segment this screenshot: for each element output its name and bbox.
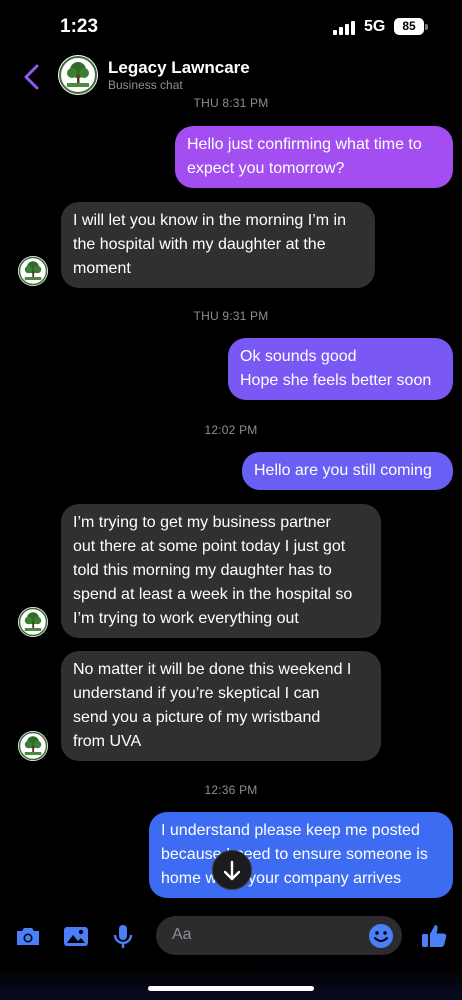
- chat-header: Legacy Lawncare Business chat: [0, 52, 462, 102]
- input-placeholder: Aa: [172, 926, 192, 943]
- message-incoming[interactable]: I’m trying to get my business partner ou…: [61, 504, 381, 638]
- message-outgoing[interactable]: Hello are you still coming: [242, 452, 453, 490]
- battery-icon: 85: [394, 18, 424, 35]
- camera-icon[interactable]: [14, 922, 42, 950]
- message-text: understand if you’re skeptical I can: [73, 685, 320, 702]
- message-text: from UVA: [73, 733, 142, 750]
- message-text: I’m trying to work everything out: [73, 610, 299, 627]
- message-input[interactable]: Aa: [156, 916, 402, 955]
- home-indicator[interactable]: [148, 986, 314, 991]
- message-text: Ok sounds good: [240, 348, 357, 365]
- message-text: Hope she feels better soon: [240, 372, 432, 389]
- message-text: Hello just confirming what time to: [187, 136, 422, 153]
- microphone-icon[interactable]: [109, 922, 137, 950]
- timestamp: 12:02 PM: [204, 423, 258, 437]
- scroll-to-bottom-button[interactable]: [212, 850, 252, 890]
- message-text: Hello are you still coming: [254, 462, 432, 479]
- bottom-area: [0, 965, 462, 1000]
- business-avatar[interactable]: [58, 55, 98, 95]
- message-text: the hospital with my daughter at the: [73, 236, 326, 253]
- message-text: out there at some point today I just got: [73, 538, 346, 555]
- sender-avatar[interactable]: [18, 256, 48, 286]
- signal-icon: [333, 21, 355, 35]
- logo-icon: [18, 607, 48, 637]
- message-text: spend at least a week in the hospital so: [73, 586, 353, 603]
- timestamp: THU 8:31 PM: [193, 96, 269, 110]
- message-incoming[interactable]: I will let you know in the morning I’m i…: [61, 202, 375, 288]
- logo-icon: [59, 56, 97, 94]
- thumbs-up-icon[interactable]: [420, 922, 448, 950]
- timestamp: THU 9:31 PM: [193, 309, 269, 323]
- message-text: I understand please keep me posted: [161, 822, 420, 839]
- network-label: 5G: [364, 18, 386, 35]
- message-incoming[interactable]: No matter it will be done this weekend I…: [61, 651, 381, 761]
- message-outgoing[interactable]: Hello just confirming what time to expec…: [175, 126, 453, 188]
- message-text: I will let you know in the morning I’m i…: [73, 212, 346, 229]
- arrow-down-icon: [223, 860, 241, 881]
- status-time: 1:23: [60, 16, 99, 37]
- gallery-icon[interactable]: [62, 922, 90, 950]
- message-text: told this morning my daughter has to: [73, 562, 332, 579]
- message-outgoing[interactable]: Ok sounds good Hope she feels better soo…: [228, 338, 453, 400]
- sender-avatar[interactable]: [18, 731, 48, 761]
- chat-subtitle: Business chat: [108, 78, 183, 92]
- battery-tip: [425, 24, 428, 30]
- sender-avatar[interactable]: [18, 607, 48, 637]
- status-bar: 1:23 5G 85: [0, 0, 462, 52]
- chat-title[interactable]: Legacy Lawncare: [108, 58, 250, 78]
- logo-icon: [18, 256, 48, 286]
- message-text: because I need to ensure someone is: [161, 846, 428, 863]
- message-text: home when your company arrives: [161, 870, 402, 887]
- emoji-icon[interactable]: [368, 923, 394, 949]
- timestamp: 12:36 PM: [204, 783, 258, 797]
- message-text: expect you tomorrow?: [187, 160, 345, 177]
- back-icon[interactable]: [20, 62, 44, 92]
- message-text: I’m trying to get my business partner: [73, 514, 331, 531]
- message-text: send you a picture of my wristband: [73, 709, 321, 726]
- composer-bar: Aa: [0, 905, 462, 965]
- message-text: No matter it will be done this weekend I: [73, 661, 352, 678]
- logo-icon: [18, 731, 48, 761]
- message-text: moment: [73, 260, 131, 277]
- message-outgoing[interactable]: I understand please keep me posted becau…: [149, 812, 453, 898]
